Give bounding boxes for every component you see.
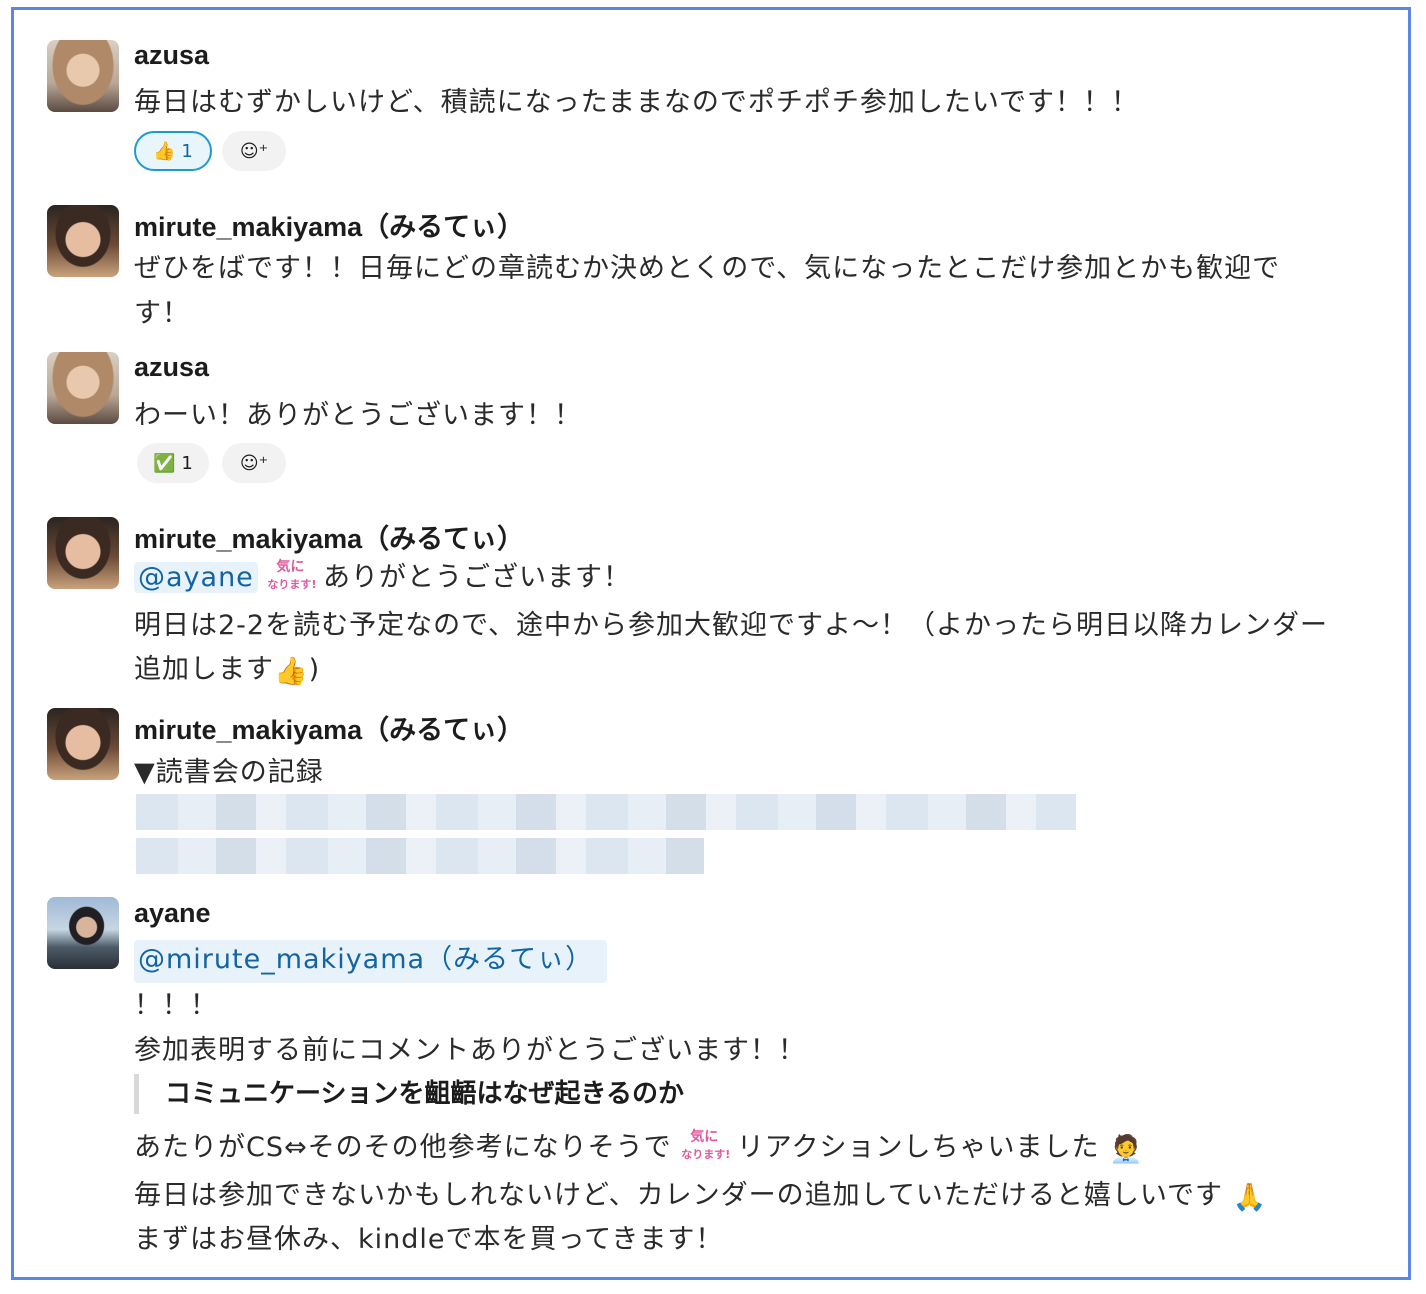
person-emoji-icon: 🧑‍💼 [1109, 1133, 1144, 1165]
avatar[interactable] [47, 708, 119, 780]
author-name[interactable]: mirute_makiyama（みるてぃ） [134, 517, 524, 556]
thumbs-up-icon: 👍 [153, 140, 176, 162]
avatar[interactable] [47, 352, 119, 424]
message-text: @ayane 気に なります! ありがとうございます！ [134, 555, 631, 599]
message-text: ▼読書会の記録 [134, 757, 324, 788]
avatar[interactable] [47, 205, 119, 277]
message-text: ！！！ [134, 990, 218, 1021]
message-text: 参加表明する前にコメントありがとうございます！！ [134, 1035, 806, 1066]
message-text: 追加します👍) [134, 654, 321, 687]
kininarimasu-emoji-icon: 気に なります! [681, 1128, 731, 1161]
add-emoji-icon: ☺︎⁺ [239, 140, 269, 162]
avatar[interactable] [47, 517, 119, 589]
add-emoji-icon: ☺︎⁺ [239, 452, 269, 474]
add-reaction-button[interactable]: ☺︎⁺ [222, 443, 286, 483]
avatar[interactable] [47, 40, 119, 112]
thumbs-up-icon: 👍 [274, 655, 309, 687]
author-name[interactable]: mirute_makiyama（みるてぃ） [134, 708, 524, 747]
avatar[interactable] [47, 897, 119, 969]
author-name[interactable]: ayane [134, 898, 211, 929]
user-mention[interactable]: @mirute_makiyama（みるてぃ） [134, 940, 608, 983]
message-text: ぜひをばです！！日毎にどの章読むか決めとくので、気になったとこだけ参加とかも歓迎… [134, 253, 1281, 284]
message-text: まずはお昼休み、kindleで本を買ってきます！ [134, 1224, 724, 1255]
message-text: @mirute_makiyama（みるてぃ） [134, 937, 608, 983]
check-mark-icon: ✅ [153, 452, 176, 474]
message-text: わーい！ありがとうございます！！ [134, 400, 582, 431]
folded-hands-icon: 🙏 [1232, 1181, 1268, 1213]
message-text: す！ [134, 298, 190, 329]
message-text: あたりがCS⇔そのその他参考になりそうで 気に なります! リアクションしちゃいま… [134, 1125, 1144, 1169]
message-text: 毎日はむずかしいけど、積読になったままなのでポチポチ参加したいです！！！ [134, 87, 1140, 118]
blurred-link[interactable] [136, 838, 704, 874]
reaction-thumbs-up[interactable]: 👍 1 [134, 131, 212, 171]
add-reaction-button[interactable]: ☺︎⁺ [222, 131, 286, 171]
author-name[interactable]: azusa [134, 40, 209, 71]
author-name[interactable]: mirute_makiyama（みるてぃ） [134, 205, 524, 244]
blurred-link[interactable] [136, 794, 1076, 830]
quote-block: コミュニケーションを齟齬はなぜ起きるのか [134, 1074, 684, 1114]
user-mention[interactable]: @ayane [134, 562, 258, 593]
message-text: 毎日は参加できないかもしれないけど、カレンダーの追加していただけると嬉しいです … [134, 1180, 1268, 1213]
chat-frame: azusa 毎日はむずかしいけど、積読になったままなのでポチポチ参加したいです！… [11, 7, 1411, 1280]
kininarimasu-emoji-icon: 気に なります! [267, 558, 317, 591]
reaction-check-mark[interactable]: ✅ 1 [137, 443, 209, 483]
message-text: 明日は2-2を読む予定なので、途中から参加大歓迎ですよ〜！（よかったら明日以降カ… [134, 610, 1329, 641]
author-name[interactable]: azusa [134, 352, 209, 383]
